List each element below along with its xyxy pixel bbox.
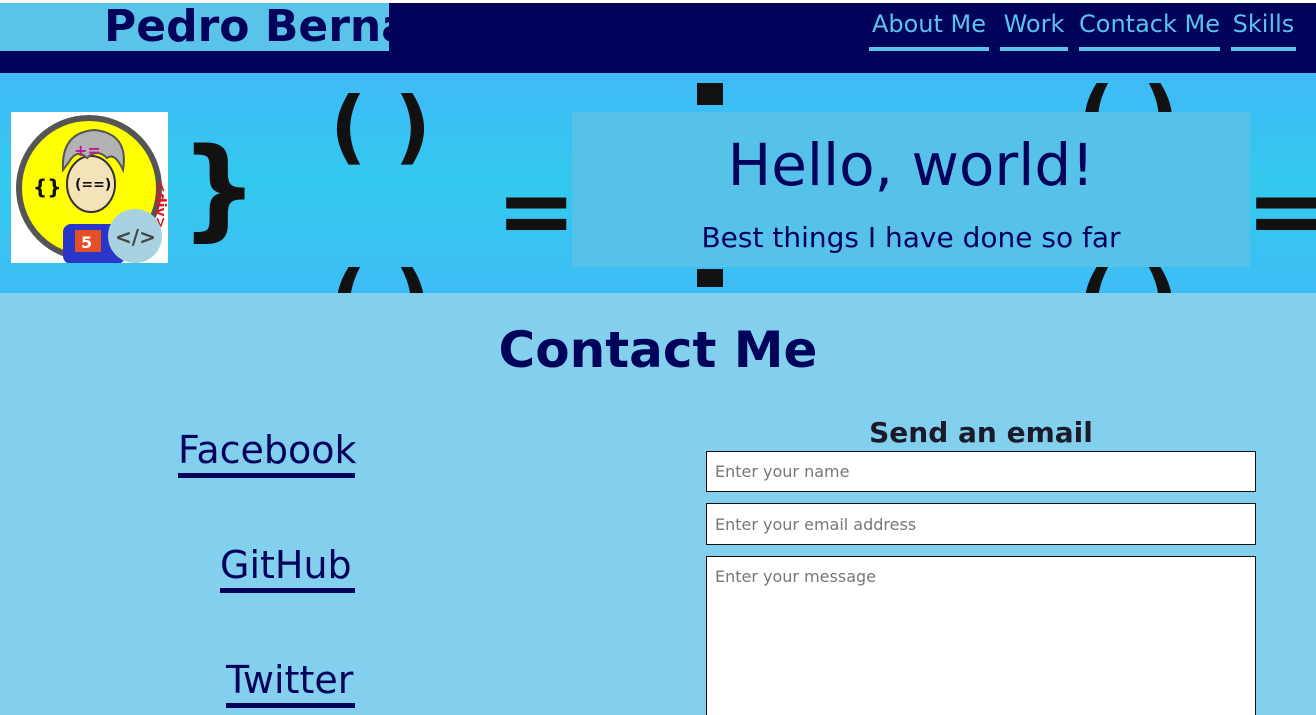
deco-bar <box>697 269 723 287</box>
avatar-sticker-text: += <box>74 141 101 160</box>
site-header: Pedro Bernal About Me Work Contack Me Sk… <box>0 3 1316 73</box>
deco-bar <box>697 83 723 105</box>
main-nav: About Me Work Contack Me Skills <box>0 3 1316 51</box>
hero-subtitle: Best things I have done so far <box>701 221 1121 254</box>
nav-contact-me[interactable]: Contack Me <box>1079 7 1220 51</box>
twitter-link[interactable]: Twitter <box>226 657 355 708</box>
name-input[interactable] <box>706 451 1256 492</box>
nav-skills[interactable]: Skills <box>1231 7 1296 51</box>
facebook-link[interactable]: Facebook <box>178 427 357 478</box>
avatar-sticker-text: (==) <box>75 177 111 193</box>
github-link[interactable]: GitHub <box>220 542 355 593</box>
hero-greeting-box: Hello, world! Best things I have done so… <box>572 112 1250 267</box>
avatar-illustration: += (==) {} <div> 5 </> <box>16 115 168 264</box>
avatar-sticker-text: </> <box>115 225 156 249</box>
avatar-sticker-text: 5 <box>81 233 92 252</box>
avatar: += (==) {} <div> 5 </> <box>11 112 168 264</box>
deco-parens: ( ) <box>330 80 431 173</box>
email-form-title: Send an email <box>869 416 1093 449</box>
hero-title: Hello, world! <box>727 131 1095 199</box>
deco-parens: ( ) <box>330 261 431 294</box>
email-input[interactable] <box>706 503 1256 545</box>
avatar-sticker-text: {} <box>33 175 61 199</box>
deco-equals: = <box>1246 155 1316 267</box>
contact-section-title: Contact Me <box>498 321 818 379</box>
nav-about-me[interactable]: About Me <box>869 7 989 51</box>
hero-banner: } ( ) ( ) = ( ) ( ) = += (==) {} <div> 5… <box>0 73 1316 293</box>
deco-equals: = <box>496 155 577 267</box>
nav-work[interactable]: Work <box>1000 7 1068 51</box>
message-textarea[interactable] <box>706 556 1256 715</box>
deco-brace: } <box>180 124 259 252</box>
